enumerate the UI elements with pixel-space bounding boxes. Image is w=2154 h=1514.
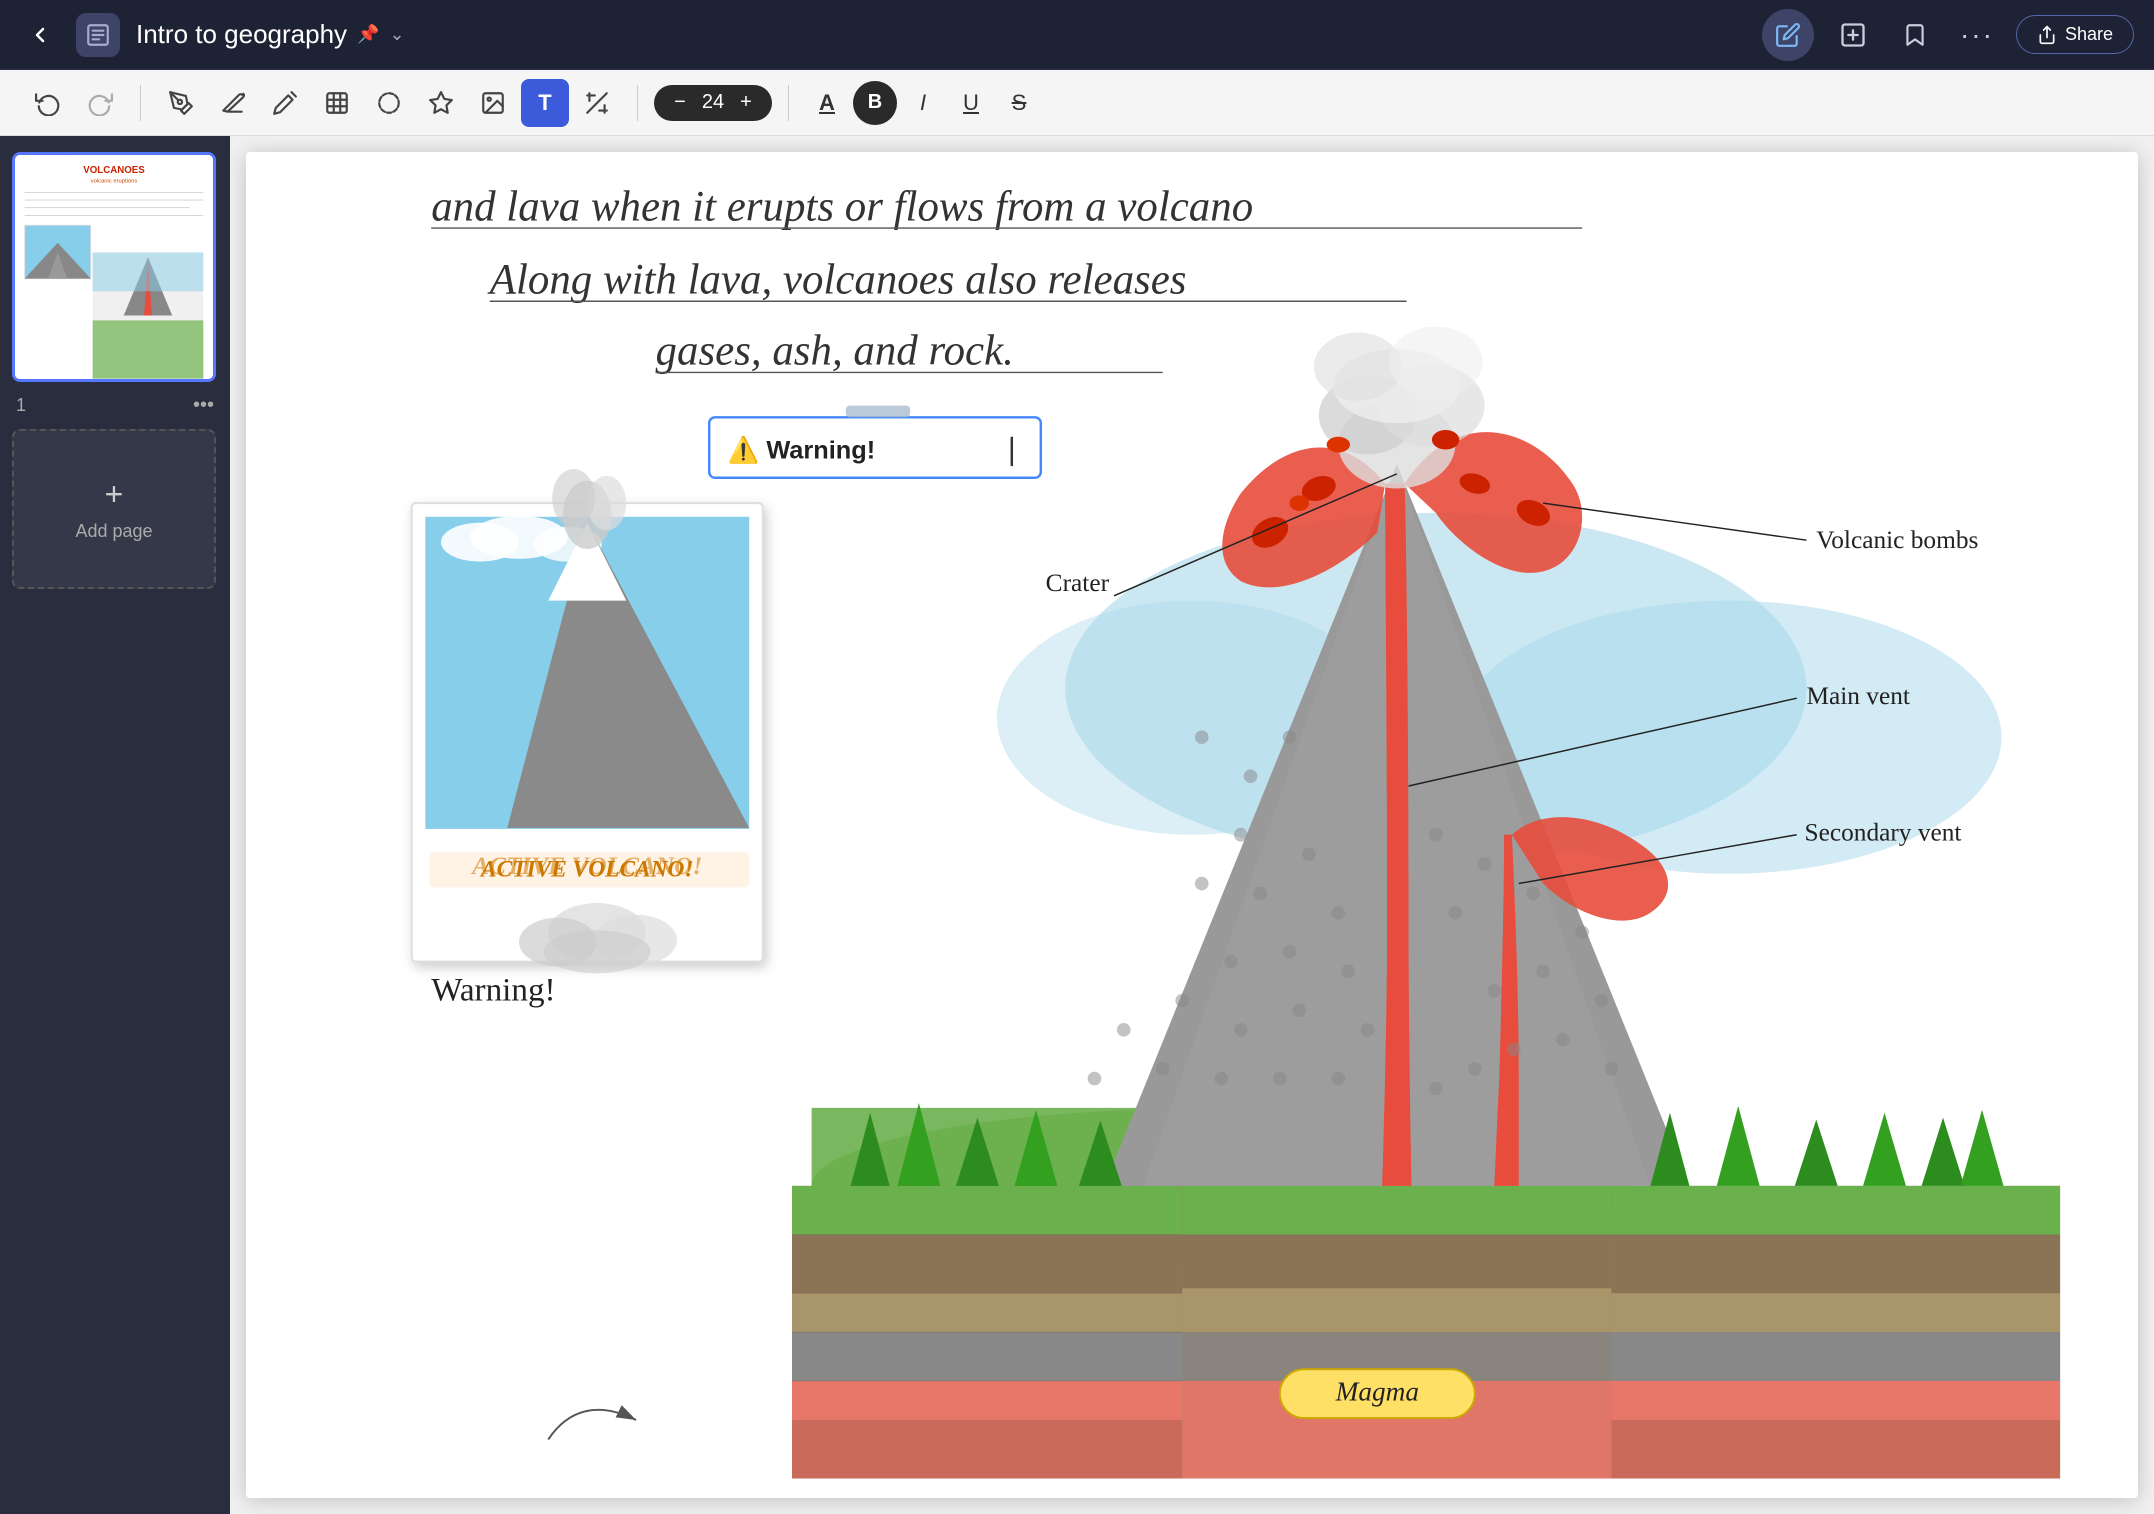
dropdown-arrow-icon[interactable]: ⌄ — [389, 24, 404, 45]
back-button[interactable] — [20, 15, 60, 55]
text-color-button[interactable]: A — [805, 81, 849, 125]
header-right: ··· Share — [1762, 9, 2134, 61]
title-text: Intro to geography — [136, 19, 347, 50]
undo-redo-group — [24, 79, 124, 127]
main-content: VOLCANOES volcanic eruptions — [0, 136, 2154, 1514]
text-tool-button[interactable]: T — [521, 79, 569, 127]
header: Intro to geography 📌 ⌄ ··· — [0, 0, 2154, 70]
font-size-value: 24 — [698, 91, 728, 114]
image-tool-button[interactable] — [469, 79, 517, 127]
star-tool-button[interactable] — [417, 79, 465, 127]
pencil-tool-button[interactable] — [261, 79, 309, 127]
svg-text:gases, ash, and rock.: gases, ash, and rock. — [656, 328, 1014, 375]
svg-text:Volcanic bombs: Volcanic bombs — [1816, 526, 1978, 554]
add-page-header-button[interactable] — [1830, 12, 1876, 58]
bookmark-button[interactable] — [1892, 12, 1938, 58]
separator-3 — [788, 85, 789, 121]
eraser-button[interactable] — [209, 79, 257, 127]
toolbar: T − 24 + A B I U S — [0, 70, 2154, 136]
svg-text:Crater: Crater — [1046, 569, 1110, 597]
share-button[interactable]: Share — [2016, 15, 2134, 54]
pencil-mode-button[interactable] — [1762, 9, 1814, 61]
svg-text:Secondary vent: Secondary vent — [1805, 819, 1962, 847]
svg-text:VOLCANOES: VOLCANOES — [83, 165, 145, 176]
page-number: 1 — [16, 395, 26, 416]
strikethrough-button[interactable]: S — [997, 81, 1041, 125]
separator-1 — [140, 85, 141, 121]
svg-text:Along with lava, volcanoes als: Along with lava, volcanoes also releases — [487, 256, 1187, 303]
add-page-label: Add page — [75, 521, 152, 542]
more-options-button[interactable]: ··· — [1954, 12, 2000, 58]
page-num-row: 1 ••• — [12, 394, 218, 417]
page-canvas[interactable]: and lava when it erupts or flows from a … — [246, 152, 2138, 1498]
add-page-button[interactable]: + Add page — [12, 429, 216, 589]
svg-text:ACTIVE VOLCANO!: ACTIVE VOLCANO! — [479, 857, 694, 883]
font-size-plus-button[interactable]: + — [732, 89, 760, 117]
share-label: Share — [2065, 24, 2113, 45]
svg-text:and lava when it erupts or fl: and lava when it erupts or flows from a … — [431, 183, 1253, 230]
pin-icon: 📌 — [357, 24, 379, 45]
undo-button[interactable] — [24, 79, 72, 127]
svg-text:Warning!: Warning! — [431, 972, 555, 1009]
selection-tool-button[interactable] — [313, 79, 361, 127]
bold-button[interactable]: B — [853, 81, 897, 125]
pen-tool-button[interactable] — [157, 79, 205, 127]
header-left: Intro to geography 📌 ⌄ — [20, 13, 1746, 57]
page-more-button[interactable]: ••• — [193, 394, 214, 417]
page-thumbnail-1[interactable]: VOLCANOES volcanic eruptions — [12, 152, 216, 382]
bold-icon: B — [868, 91, 882, 114]
svg-text:Main vent: Main vent — [1806, 682, 1909, 710]
text-color-icon: A — [819, 90, 835, 116]
document-title: Intro to geography 📌 ⌄ — [136, 19, 405, 50]
page-thumb-inner: VOLCANOES volcanic eruptions — [15, 155, 213, 379]
text-tool-icon: T — [538, 90, 551, 116]
lasso-tool-button[interactable] — [365, 79, 413, 127]
magic-tool-button[interactable] — [573, 79, 621, 127]
italic-button[interactable]: I — [901, 81, 945, 125]
underline-icon: U — [963, 90, 979, 116]
canvas-content: and lava when it erupts or flows from a … — [246, 152, 2138, 1498]
strikethrough-icon: S — [1012, 90, 1027, 116]
font-size-minus-button[interactable]: − — [666, 89, 694, 117]
redo-button[interactable] — [76, 79, 124, 127]
canvas-area[interactable]: and lava when it erupts or flows from a … — [230, 136, 2154, 1514]
italic-icon: I — [920, 90, 926, 116]
sidebar: VOLCANOES volcanic eruptions — [0, 136, 230, 1514]
svg-text:Magma: Magma — [1335, 1376, 1419, 1406]
add-page-plus-icon: + — [105, 476, 124, 513]
drawing-tools-group: T — [157, 79, 621, 127]
svg-text:volcanic eruptions: volcanic eruptions — [91, 179, 138, 185]
text-format-group: A B I U S — [805, 81, 1041, 125]
svg-text:⚠️ Warning!: ⚠️ Warning! — [728, 435, 875, 464]
separator-2 — [637, 85, 638, 121]
font-size-control: − 24 + — [654, 85, 772, 121]
underline-button[interactable]: U — [949, 81, 993, 125]
doc-icon — [76, 13, 120, 57]
